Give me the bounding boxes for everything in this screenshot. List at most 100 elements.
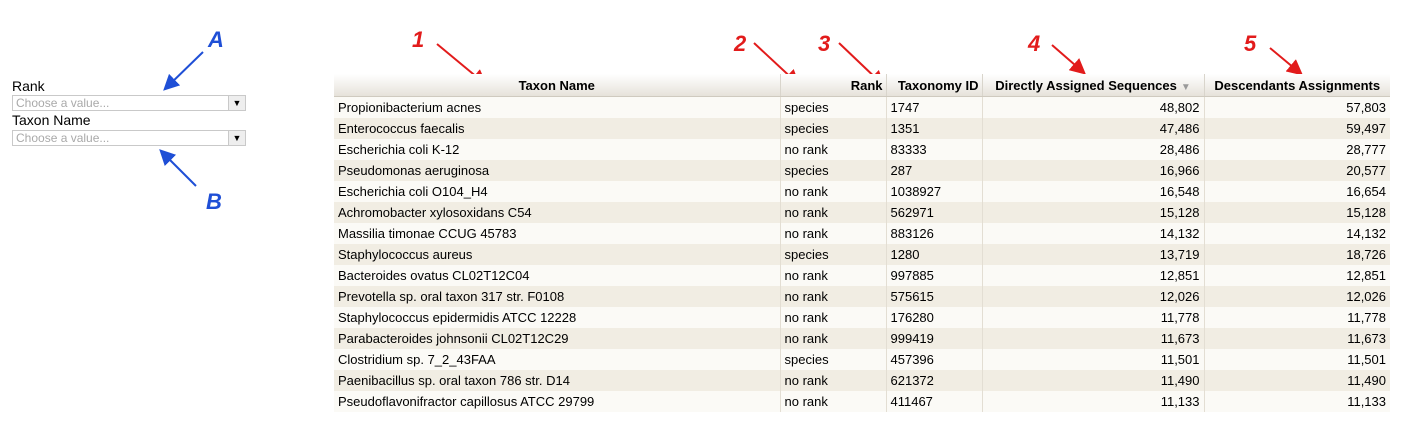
cell-directly-assigned: 11,501 — [981, 349, 1204, 370]
column-header-descendants[interactable]: Descendants Assignments — [1203, 74, 1390, 97]
cell-rank: no rank — [779, 391, 886, 412]
cell-descendants: 12,026 — [1203, 286, 1390, 307]
cell-taxonomy-id: 883126 — [885, 223, 982, 244]
table-row[interactable]: Bacteroides ovatus CL02T12C04 no rank 9978… — [334, 265, 1390, 286]
cell-directly-assigned: 11,490 — [981, 370, 1204, 391]
arrow-4 — [1051, 44, 1087, 75]
cell-rank: no rank — [779, 202, 886, 223]
column-header-directly-assigned[interactable]: Directly Assigned Sequences ▼ — [981, 74, 1204, 97]
table-row[interactable]: Achromobacter xylosoxidans C54 no rank 562… — [334, 202, 1390, 223]
taxon-name-filter-label: Taxon Name — [12, 112, 91, 128]
table-header-row: Taxon Name Rank Taxonomy ID Directly Ass… — [334, 74, 1390, 97]
table-row[interactable]: Enterococcus faecalis species 1351 47,486 59… — [334, 118, 1390, 139]
cell-descendants: 12,851 — [1203, 265, 1390, 286]
cell-rank: no rank — [779, 328, 886, 349]
cell-descendants: 11,673 — [1203, 328, 1390, 349]
cell-taxonomy-id: 1038927 — [885, 181, 982, 202]
taxon-name-select[interactable]: Choose a value... ▼ — [12, 130, 246, 146]
cell-rank: no rank — [779, 307, 886, 328]
cell-taxonomy-id: 621372 — [885, 370, 982, 391]
cell-rank: no rank — [779, 370, 886, 391]
taxon-name-select-placeholder: Choose a value... — [16, 131, 110, 145]
cell-directly-assigned: 15,128 — [981, 202, 1204, 223]
cell-rank: species — [779, 244, 886, 265]
table-row[interactable]: Staphylococcus aureus species 1280 13,719 18… — [334, 244, 1390, 265]
cell-taxon-name: Pseudoflavonifractor capillosus ATCC 297… — [334, 391, 780, 412]
cell-rank: no rank — [779, 286, 886, 307]
chevron-down-icon[interactable]: ▼ — [228, 131, 245, 145]
table-row[interactable]: Escherichia coli O104_H4 no rank 1038927 16… — [334, 181, 1390, 202]
taxonomy-table: Taxon Name Rank Taxonomy ID Directly Ass… — [334, 74, 1390, 412]
table-row[interactable]: Prevotella sp. oral taxon 317 str. F0108… — [334, 286, 1390, 307]
table-row[interactable]: Clostridium sp. 7_2_43FAA species 457396 11… — [334, 349, 1390, 370]
cell-rank: no rank — [779, 265, 886, 286]
annotation-1: 1 — [412, 27, 425, 52]
annotation-3: 3 — [818, 31, 831, 56]
table-row[interactable]: Escherichia coli K-12 no rank 83333 28,486 2… — [334, 139, 1390, 160]
cell-directly-assigned: 47,486 — [981, 118, 1204, 139]
cell-taxonomy-id: 411467 — [885, 391, 982, 412]
rank-filter-label: Rank — [12, 78, 45, 94]
cell-descendants: 18,726 — [1203, 244, 1390, 265]
cell-descendants: 20,577 — [1203, 160, 1390, 181]
cell-rank: species — [779, 96, 886, 118]
cell-taxonomy-id: 83333 — [885, 139, 982, 160]
cell-directly-assigned: 13,719 — [981, 244, 1204, 265]
arrow-b — [159, 149, 197, 187]
table-row[interactable]: Pseudomonas aeruginosa species 287 16,966 20… — [334, 160, 1390, 181]
cell-directly-assigned: 12,851 — [981, 265, 1204, 286]
cell-taxon-name: Escherichia coli O104_H4 — [334, 181, 780, 202]
column-header-rank[interactable]: Rank — [779, 74, 886, 97]
cell-rank: no rank — [779, 139, 886, 160]
cell-rank: no rank — [779, 223, 886, 244]
table-row[interactable]: Paenibacillus sp. oral taxon 786 str. D1… — [334, 370, 1390, 391]
table-row[interactable]: Pseudoflavonifractor capillosus ATCC 297… — [334, 391, 1390, 412]
cell-directly-assigned: 11,778 — [981, 307, 1204, 328]
table-row[interactable]: Parabacteroides johnsonii CL02T12C29 no r… — [334, 328, 1390, 349]
cell-directly-assigned: 11,673 — [981, 328, 1204, 349]
cell-taxon-name: Parabacteroides johnsonii CL02T12C29 — [334, 328, 780, 349]
annotation-a: A — [208, 27, 224, 52]
cell-descendants: 15,128 — [1203, 202, 1390, 223]
cell-rank: species — [779, 349, 886, 370]
cell-taxonomy-id: 457396 — [885, 349, 982, 370]
cell-taxon-name: Staphylococcus epidermidis ATCC 12228 — [334, 307, 780, 328]
cell-descendants: 14,132 — [1203, 223, 1390, 244]
column-header-taxonomy-id[interactable]: Taxonomy ID — [885, 74, 982, 97]
table-row[interactable]: Massilia timonae CCUG 45783 no rank 883126… — [334, 223, 1390, 244]
cell-descendants: 28,777 — [1203, 139, 1390, 160]
cell-taxon-name: Massilia timonae CCUG 45783 — [334, 223, 780, 244]
sort-desc-icon: ▼ — [1180, 81, 1191, 93]
annotation-4: 4 — [1028, 31, 1041, 56]
cell-descendants: 16,654 — [1203, 181, 1390, 202]
cell-taxonomy-id: 176280 — [885, 307, 982, 328]
cell-descendants: 11,490 — [1203, 370, 1390, 391]
cell-directly-assigned: 48,802 — [981, 96, 1204, 118]
cell-directly-assigned: 11,133 — [981, 391, 1204, 412]
cell-directly-assigned: 16,966 — [981, 160, 1204, 181]
cell-taxonomy-id: 1280 — [885, 244, 982, 265]
cell-descendants: 57,803 — [1203, 96, 1390, 118]
cell-taxon-name: Staphylococcus aureus — [334, 244, 780, 265]
chevron-down-icon[interactable]: ▼ — [228, 96, 245, 110]
table-row[interactable]: Staphylococcus epidermidis ATCC 12228 no … — [334, 307, 1390, 328]
cell-taxon-name: Paenibacillus sp. oral taxon 786 str. D1… — [334, 370, 780, 391]
cell-taxon-name: Clostridium sp. 7_2_43FAA — [334, 349, 780, 370]
cell-directly-assigned: 14,132 — [981, 223, 1204, 244]
cell-taxonomy-id: 1351 — [885, 118, 982, 139]
column-header-taxon-name[interactable]: Taxon Name — [334, 74, 780, 97]
cell-taxon-name: Enterococcus faecalis — [334, 118, 780, 139]
annotation-2: 2 — [734, 31, 747, 56]
cell-descendants: 59,497 — [1203, 118, 1390, 139]
cell-directly-assigned: 16,548 — [981, 181, 1204, 202]
annotation-b: B — [206, 189, 222, 214]
cell-taxonomy-id: 999419 — [885, 328, 982, 349]
cell-rank: no rank — [779, 181, 886, 202]
arrow-5 — [1269, 47, 1304, 76]
table-row[interactable]: Propionibacterium acnes species 1747 48,802… — [334, 96, 1390, 118]
annotation-5: 5 — [1244, 31, 1257, 56]
rank-select[interactable]: Choose a value... ▼ — [12, 95, 246, 111]
cell-taxon-name: Pseudomonas aeruginosa — [334, 160, 780, 181]
cell-taxonomy-id: 1747 — [885, 96, 982, 118]
cell-taxon-name: Bacteroides ovatus CL02T12C04 — [334, 265, 780, 286]
